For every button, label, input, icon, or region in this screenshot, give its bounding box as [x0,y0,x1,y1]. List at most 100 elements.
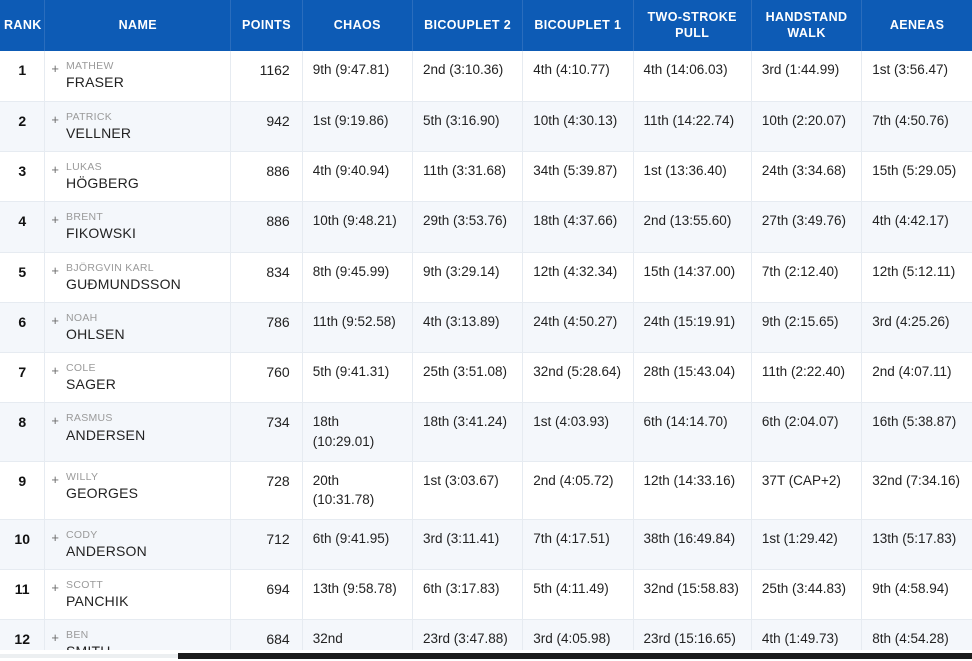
cell-handstand-walk: 1st (1:29.42) [751,519,863,571]
cell-rank: 7 [0,352,46,404]
horizontal-scrollbar[interactable] [0,650,972,661]
cell-points: 734 [230,402,303,462]
athlete-last-name[interactable]: ANDERSON [66,542,147,560]
cell-name: + CODY ANDERSON [44,519,232,571]
table-row[interactable]: 2 + PATRICK VELLNER 942 1st (9:19.86) 5th (3:1… [0,101,972,152]
table-row[interactable]: 9 + WILLY GEORGES 728 20th (10:31.78) 1st (3:0… [0,461,972,520]
cell-name: + PATRICK VELLNER [44,101,232,152]
cell-bicouplet-1: 12th (4:32.34) [522,252,634,303]
cell-points: 1162 [230,51,303,102]
expand-plus-icon[interactable]: + [51,262,59,279]
table-row[interactable]: 8 + RASMUS ANDERSEN 734 18th (10:29.01) 18th (… [0,402,972,462]
athlete-last-name[interactable]: OHLSEN [66,325,125,343]
cell-bicouplet-1: 10th (4:30.13) [522,101,634,152]
cell-aeneas: 7th (4:50.76) [861,101,972,152]
cell-two-stroke-pull: 38th (16:49.84) [633,519,752,571]
cell-bicouplet-1: 7th (4:17.51) [522,519,634,571]
cell-chaos: 8th (9:45.99) [302,252,413,303]
athlete-last-name[interactable]: HÖGBERG [66,174,139,192]
cell-rank: 4 [0,201,46,253]
athlete-last-name[interactable]: GEORGES [66,484,138,502]
scrollbar-thumb[interactable] [178,653,972,659]
column-header-rank[interactable]: RANK [0,0,46,52]
column-header-points[interactable]: POINTS [230,0,303,52]
table-row[interactable]: 7 + COLE SAGER 760 5th (9:41.31) 25th (3:51.08… [0,352,972,404]
leaderboard-table: RANK NAME POINTS CHAOS BICOUPLET 2 BICOU… [0,0,972,661]
athlete-last-name[interactable]: FRASER [66,73,124,91]
cell-bicouplet-2: 6th (3:17.83) [412,569,524,621]
cell-bicouplet-2: 25th (3:51.08) [412,352,524,404]
cell-two-stroke-pull: 11th (14:22.74) [633,101,752,152]
cell-handstand-walk: 27th (3:49.76) [751,201,863,253]
expand-plus-icon[interactable]: + [51,362,59,379]
athlete-last-name[interactable]: VELLNER [66,124,131,142]
table-row[interactable]: 3 + LUKAS HÖGBERG 886 4th (9:40.94) 11th (3:31… [0,151,972,203]
column-header-handstand-walk[interactable]: HANDSTAND WALK [751,0,863,52]
cell-two-stroke-pull: 2nd (13:55.60) [633,201,752,253]
column-header-bicouplet-2[interactable]: BICOUPLET 2 [412,0,524,52]
column-header-two-stroke-pull[interactable]: TWO-STROKE PULL [633,0,752,52]
table-row[interactable]: 6 + NOAH OHLSEN 786 11th (9:52.58) 4th (3:13.8… [0,302,972,354]
cell-name: + RASMUS ANDERSEN [44,402,232,462]
column-header-bicouplet-1[interactable]: BICOUPLET 1 [522,0,634,52]
expand-plus-icon[interactable]: + [51,211,59,228]
athlete-last-name[interactable]: FIKOWSKI [66,224,136,242]
cell-points: 886 [230,201,303,253]
cell-aeneas: 32nd (7:34.16) [861,461,972,520]
cell-bicouplet-1: 4th (4:10.77) [522,51,634,102]
cell-chaos: 10th (9:48.21) [302,201,413,253]
cell-bicouplet-2: 5th (3:16.90) [412,101,524,152]
cell-two-stroke-pull: 24th (15:19.91) [633,302,752,354]
cell-two-stroke-pull: 32nd (15:58.83) [633,569,752,621]
athlete-last-name[interactable]: PANCHIK [66,592,129,610]
column-header-name[interactable]: NAME [44,0,232,52]
athlete-last-name[interactable]: ANDERSEN [66,426,145,444]
table-row[interactable]: 1 + MATHEW FRASER 1162 9th (9:47.81) 2nd (3:10… [0,51,972,102]
cell-name: + BJÖRGVIN KARL GUÐMUNDSSON [44,252,232,303]
cell-aeneas: 9th (4:58.94) [861,569,972,621]
table-row[interactable]: 4 + BRENT FIKOWSKI 886 10th (9:48.21) 29th (3:… [0,201,972,253]
cell-two-stroke-pull: 6th (14:14.70) [633,402,752,462]
expand-plus-icon[interactable]: + [51,412,59,429]
cell-name: + MATHEW FRASER [44,51,232,102]
cell-chaos: 6th (9:41.95) [302,519,413,571]
cell-points: 728 [230,461,303,520]
expand-plus-icon[interactable]: + [51,579,59,596]
cell-points: 886 [230,151,303,203]
cell-handstand-walk: 10th (2:20.07) [751,101,863,152]
expand-plus-icon[interactable]: + [51,312,59,329]
cell-bicouplet-1: 32nd (5:28.64) [522,352,634,404]
expand-plus-icon[interactable]: + [51,471,59,488]
table-row[interactable]: 11 + SCOTT PANCHIK 694 13th (9:58.78) 6th (3:1… [0,569,972,621]
expand-plus-icon[interactable]: + [51,529,59,546]
athlete-last-name[interactable]: GUÐMUNDSSON [66,275,181,293]
cell-name: + WILLY GEORGES [44,461,232,520]
athlete-first-name: RASMUS [66,412,113,425]
table-row[interactable]: 5 + BJÖRGVIN KARL GUÐMUNDSSON 834 8th (9:45.9… [0,252,972,303]
table-row[interactable]: 10 + CODY ANDERSON 712 6th (9:41.95) 3rd (3:11… [0,519,972,571]
cell-name: + BRENT FIKOWSKI [44,201,232,253]
cell-handstand-walk: 11th (2:22.40) [751,352,863,404]
athlete-last-name[interactable]: SAGER [66,375,116,393]
cell-rank: 9 [0,461,46,520]
cell-aeneas: 13th (5:17.83) [861,519,972,571]
expand-plus-icon[interactable]: + [51,629,59,646]
cell-rank: 11 [0,569,46,621]
cell-points: 942 [230,101,303,152]
expand-plus-icon[interactable]: + [51,161,59,178]
cell-points: 712 [230,519,303,571]
column-header-aeneas[interactable]: AENEAS [862,0,972,51]
cell-handstand-walk: 3rd (1:44.99) [751,51,863,102]
cell-name: + LUKAS HÖGBERG [44,151,232,203]
cell-handstand-walk: 25th (3:44.83) [751,569,863,621]
cell-two-stroke-pull: 1st (13:36.40) [633,151,752,203]
expand-plus-icon[interactable]: + [51,111,59,128]
cell-aeneas: 16th (5:38.87) [861,402,972,462]
expand-plus-icon[interactable]: + [51,60,59,77]
cell-two-stroke-pull: 15th (14:37.00) [633,252,752,303]
column-header-chaos[interactable]: CHAOS [302,0,413,52]
cell-rank: 6 [0,302,46,354]
cell-bicouplet-2: 9th (3:29.14) [412,252,524,303]
cell-name: + SCOTT PANCHIK [44,569,232,621]
cell-points: 694 [230,569,303,621]
